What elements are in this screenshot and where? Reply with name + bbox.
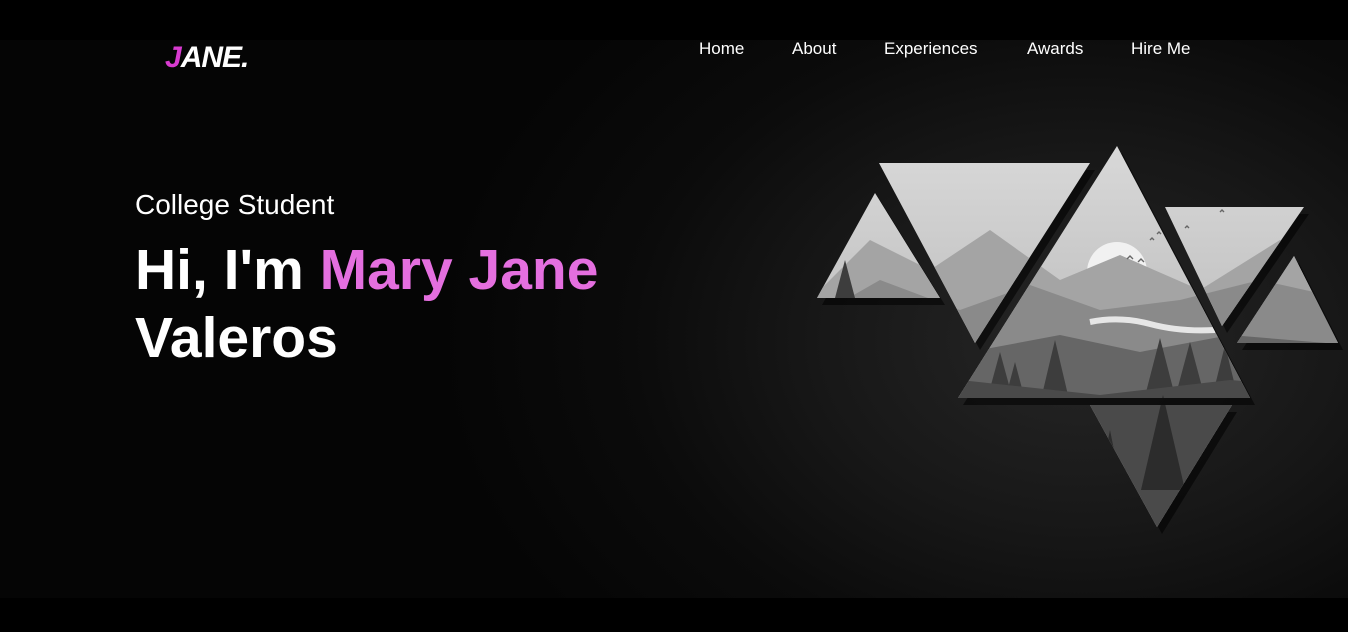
nav-about-link[interactable]: About: [792, 37, 836, 61]
bottom-band: [0, 598, 1348, 632]
nav-awards-link[interactable]: Awards: [1027, 37, 1083, 61]
nav-home-link[interactable]: Home: [699, 37, 744, 61]
landscape-scene: [817, 146, 1338, 527]
hero-greeting: Hi, I'm: [135, 238, 320, 302]
nav-hire-me-link[interactable]: Hire Me: [1131, 37, 1191, 61]
hero-name-last: Valeros: [135, 306, 338, 370]
main-nav: Home About Experiences Awards Hire Me: [0, 37, 1348, 61]
triangle-landscape-illustration: [817, 146, 1343, 534]
nav-experiences-link[interactable]: Experiences: [884, 37, 978, 61]
hero-heading: Hi, I'm Mary Jane Valeros: [135, 236, 598, 372]
hero-subtitle: College Student: [135, 189, 335, 220]
top-band: [0, 0, 1348, 40]
hero-name-highlight: Mary Jane: [319, 238, 599, 302]
